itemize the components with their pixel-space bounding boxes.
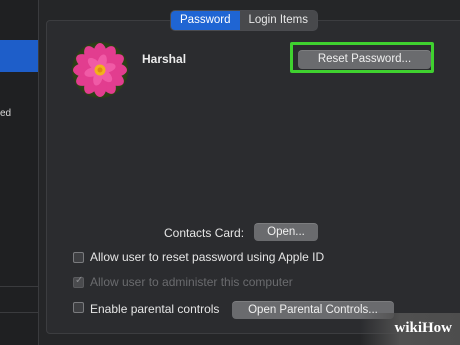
- flower-avatar-image: [73, 43, 127, 97]
- reset-password-button[interactable]: Reset Password...: [298, 50, 431, 69]
- parental-controls-label: Enable parental controls: [90, 302, 220, 316]
- user-name: Harshal: [142, 52, 187, 66]
- tab-login-items[interactable]: Login Items: [240, 11, 317, 30]
- reset-with-apple-id-checkbox[interactable]: [73, 252, 84, 263]
- checkmark-icon: ✓: [75, 275, 84, 286]
- watermark-background: wikiHow: [360, 313, 460, 345]
- administer-computer-checkbox: ✓: [73, 275, 84, 288]
- open-contacts-card-button[interactable]: Open...: [254, 223, 318, 241]
- parental-controls-checkbox[interactable]: [73, 302, 84, 313]
- sidebar: ed: [0, 0, 39, 345]
- reset-with-apple-id-label: Allow user to reset password using Apple…: [90, 250, 325, 264]
- avatar[interactable]: [72, 42, 128, 98]
- administer-computer-label: Allow user to administer this computer: [90, 275, 293, 289]
- sidebar-selected-item[interactable]: [0, 40, 38, 72]
- sidebar-divider: [0, 286, 38, 287]
- sidebar-divider: [0, 312, 38, 313]
- contacts-card-label: Contacts Card:: [164, 226, 245, 240]
- tab-bar: Password Login Items: [170, 10, 318, 31]
- tab-password[interactable]: Password: [171, 11, 240, 30]
- wikihow-watermark: wikiHow: [394, 320, 452, 336]
- sidebar-partial-text: ed: [0, 108, 12, 119]
